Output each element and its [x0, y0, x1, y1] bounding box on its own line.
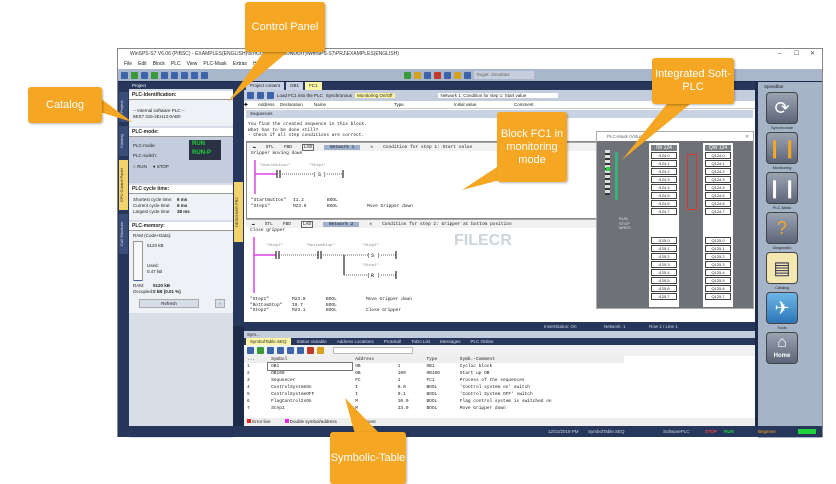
callout-block-fc1: Block FC1 in monitoring mode	[497, 112, 567, 182]
block-pointer	[462, 165, 500, 190]
softplc-pointer	[622, 100, 695, 160]
callout-soft-plc: Integrated Soft-PLC	[652, 58, 734, 104]
callout-catalog: Catalog	[28, 87, 102, 123]
callout-control-panel: Control Panel	[245, 2, 325, 52]
catalog-pointer	[100, 98, 132, 122]
symtable-pointer	[345, 398, 380, 434]
callout-symbol-table: Symbolic-Table	[330, 432, 406, 484]
control-panel-pointer	[228, 50, 290, 102]
